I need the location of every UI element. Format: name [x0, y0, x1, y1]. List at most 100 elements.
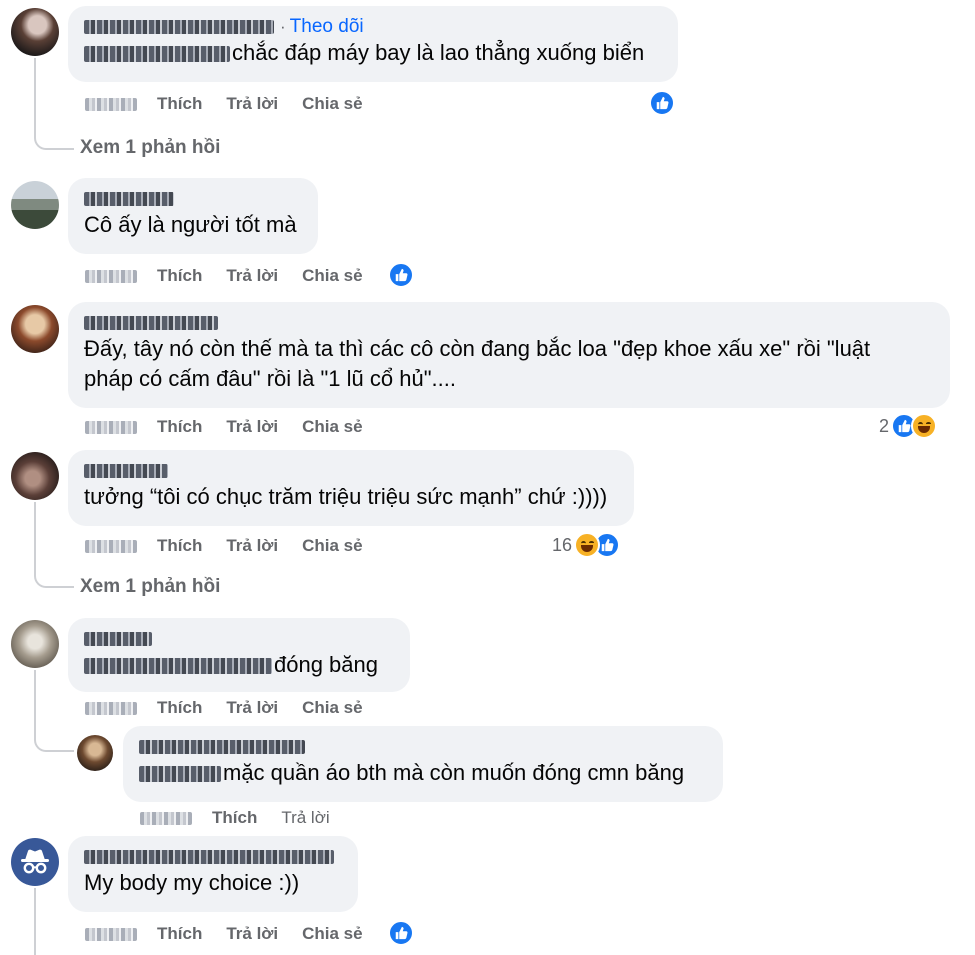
comment-actions: Thích Trả lời Chia sẻ: [85, 696, 387, 720]
comment-text: My body my choice :)): [84, 870, 300, 895]
comment-bubble: đóng băng: [68, 618, 410, 692]
comment-actions: Thích Trả lời Chia sẻ: [85, 415, 387, 439]
view-replies-link[interactable]: Xem 1 phản hồi: [80, 137, 220, 159]
like-button[interactable]: Thích: [157, 924, 202, 944]
reply-button[interactable]: Trả lời: [281, 808, 329, 828]
timestamp-redacted[interactable]: [85, 927, 137, 941]
comment-actions: Thích Trả lời Chia sẻ: [85, 534, 387, 558]
comment-text: Cô ấy là người tốt mà: [84, 212, 297, 237]
reply-button[interactable]: Trả lời: [226, 94, 278, 114]
author-name-redacted[interactable]: [84, 20, 274, 34]
comment-text: Đấy, tây nó còn thế mà ta thì các cô còn…: [84, 334, 934, 394]
follow-separator: ·: [280, 17, 286, 36]
timestamp-redacted[interactable]: [85, 539, 137, 553]
share-button[interactable]: Chia sẻ: [302, 924, 362, 944]
author-name-redacted[interactable]: [84, 192, 174, 206]
mention-redacted[interactable]: [84, 658, 272, 675]
reply-bubble: mặc quần áo bth mà còn muốn đóng cmn băn…: [123, 726, 723, 802]
thread-line: [34, 502, 36, 576]
author-name-redacted[interactable]: [84, 464, 168, 478]
haha-icon: [911, 413, 938, 439]
timestamp-redacted[interactable]: [85, 269, 137, 283]
comment-bubble: Cô ấy là người tốt mà: [68, 178, 318, 254]
comment-bubble: tưởng “tôi có chục trăm triệu triệu sức …: [68, 450, 634, 526]
reaction-count: 2: [879, 415, 890, 436]
comment-text: đóng băng: [84, 650, 394, 680]
comment-text: tưởng “tôi có chục trăm triệu triệu sức …: [84, 484, 608, 509]
avatar[interactable]: [11, 452, 59, 500]
thread-line: [34, 670, 36, 734]
reaction-summary[interactable]: 2: [879, 412, 938, 440]
comment-author[interactable]: [84, 188, 302, 210]
comment-text-body: chắc đáp máy bay là lao thẳng xuống biển: [232, 40, 645, 65]
comment-text: chắc đáp máy bay là lao thẳng xuống biển: [84, 38, 662, 68]
comment-text-body: đóng băng: [274, 652, 378, 677]
reaction-summary[interactable]: [388, 261, 414, 289]
haha-icon: [574, 532, 601, 558]
share-button[interactable]: Chia sẻ: [302, 94, 362, 114]
timestamp-redacted[interactable]: [140, 811, 192, 825]
reaction-summary[interactable]: [649, 89, 675, 117]
like-button[interactable]: Thích: [157, 536, 202, 556]
comment-text-line: Đấy, tây nó còn thế mà ta thì các cô còn…: [84, 336, 871, 361]
comment-author[interactable]: [84, 312, 934, 334]
reply-author[interactable]: [139, 736, 707, 758]
comment-text-line: pháp có cấm đâu" rồi là "1 lũ cổ hủ"....: [84, 366, 456, 391]
author-name-redacted[interactable]: [139, 740, 305, 754]
thread-curve: [34, 136, 74, 150]
thread-curve: [34, 574, 74, 588]
reply-button[interactable]: Trả lời: [226, 924, 278, 944]
comment-actions: Thích Trả lời Chia sẻ: [85, 264, 387, 288]
reply-button[interactable]: Trả lời: [226, 417, 278, 437]
thread-line: [34, 58, 36, 138]
comment-bubble: · Theo dõi chắc đáp máy bay là lao thẳng…: [68, 6, 678, 82]
reply-avatar[interactable]: [77, 735, 113, 771]
incognito-icon: [21, 849, 49, 874]
author-name-redacted[interactable]: [84, 632, 152, 646]
like-button[interactable]: Thích: [157, 417, 202, 437]
author-name-redacted[interactable]: [84, 850, 334, 864]
comment-bubble: My body my choice :)): [68, 836, 358, 912]
reply-button[interactable]: Trả lời: [226, 536, 278, 556]
reaction-summary[interactable]: 16: [552, 531, 621, 559]
share-button[interactable]: Chia sẻ: [302, 536, 362, 556]
reply-button[interactable]: Trả lời: [226, 266, 278, 286]
timestamp-redacted[interactable]: [85, 701, 137, 715]
thread-curve: [34, 732, 74, 752]
mention-redacted[interactable]: [139, 766, 221, 783]
share-button[interactable]: Chia sẻ: [302, 698, 362, 718]
anonymous-avatar[interactable]: [11, 838, 59, 886]
comment-actions: Thích Trả lời Chia sẻ: [85, 92, 387, 116]
comment-author[interactable]: [84, 460, 618, 482]
author-name-redacted[interactable]: [84, 316, 218, 330]
thread-line: [34, 888, 36, 955]
like-button[interactable]: Thích: [212, 808, 257, 828]
timestamp-redacted[interactable]: [85, 420, 137, 434]
like-button[interactable]: Thích: [157, 94, 202, 114]
reaction-summary[interactable]: [388, 919, 414, 947]
share-button[interactable]: Chia sẻ: [302, 417, 362, 437]
like-icon: [388, 262, 414, 288]
share-button[interactable]: Chia sẻ: [302, 266, 362, 286]
like-button[interactable]: Thích: [157, 266, 202, 286]
reply-button[interactable]: Trả lời: [226, 698, 278, 718]
mention-redacted[interactable]: [84, 46, 230, 63]
reply-actions: Thích Trả lời: [140, 806, 354, 830]
like-icon: [388, 920, 414, 946]
comment-actions: Thích Trả lời Chia sẻ: [85, 922, 387, 946]
like-icon: [649, 90, 675, 116]
reply-text: mặc quần áo bth mà còn muốn đóng cmn băn…: [139, 758, 707, 788]
avatar[interactable]: [11, 305, 59, 353]
follow-link[interactable]: Theo dõi: [290, 16, 364, 38]
reply-text-body: mặc quần áo bth mà còn muốn đóng cmn băn…: [223, 760, 685, 785]
comment-author[interactable]: [84, 846, 342, 868]
avatar[interactable]: [11, 620, 59, 668]
avatar[interactable]: [11, 8, 59, 56]
avatar[interactable]: [11, 181, 59, 229]
timestamp-redacted[interactable]: [85, 97, 137, 111]
comment-author[interactable]: · Theo dõi: [84, 16, 662, 38]
reaction-count: 16: [552, 534, 573, 555]
like-button[interactable]: Thích: [157, 698, 202, 718]
comment-author[interactable]: [84, 628, 394, 650]
view-replies-link[interactable]: Xem 1 phản hồi: [80, 576, 220, 598]
